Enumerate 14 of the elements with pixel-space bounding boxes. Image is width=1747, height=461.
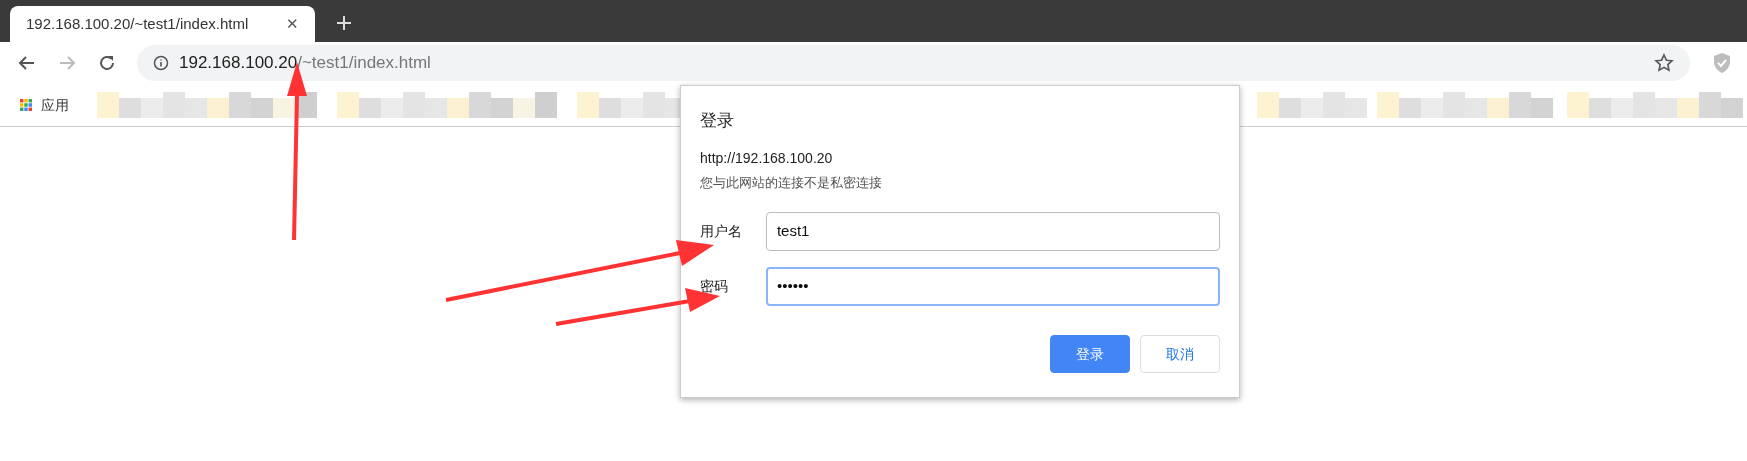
site-url: http://192.168.100.20 [700, 148, 834, 168]
dialog-button[interactable]: 登录 [1050, 335, 1130, 373]
close-icon[interactable]: ✕ [286, 12, 299, 36]
connection-warning: 您与此网站的连接不是私密连接 [700, 173, 883, 192]
input-field[interactable]: test1 [765, 212, 1220, 251]
dialog-title: 登录 [700, 110, 735, 132]
apps-bookmark[interactable]: 应用 [41, 94, 69, 116]
browser-tab[interactable]: 192.168.100.20/~test1/index.html ✕ [10, 6, 315, 42]
url-text: 192.168.100.20/~test1/index.html [179, 52, 431, 75]
input-field[interactable]: •••••• [765, 267, 1220, 306]
dialog-button[interactable]: 取消 [1140, 335, 1220, 373]
field-label: 密码 [700, 277, 729, 296]
field-label: 用户名 [700, 222, 743, 241]
address-bar[interactable]: 192.168.100.20/~test1/index.html [137, 45, 1690, 81]
